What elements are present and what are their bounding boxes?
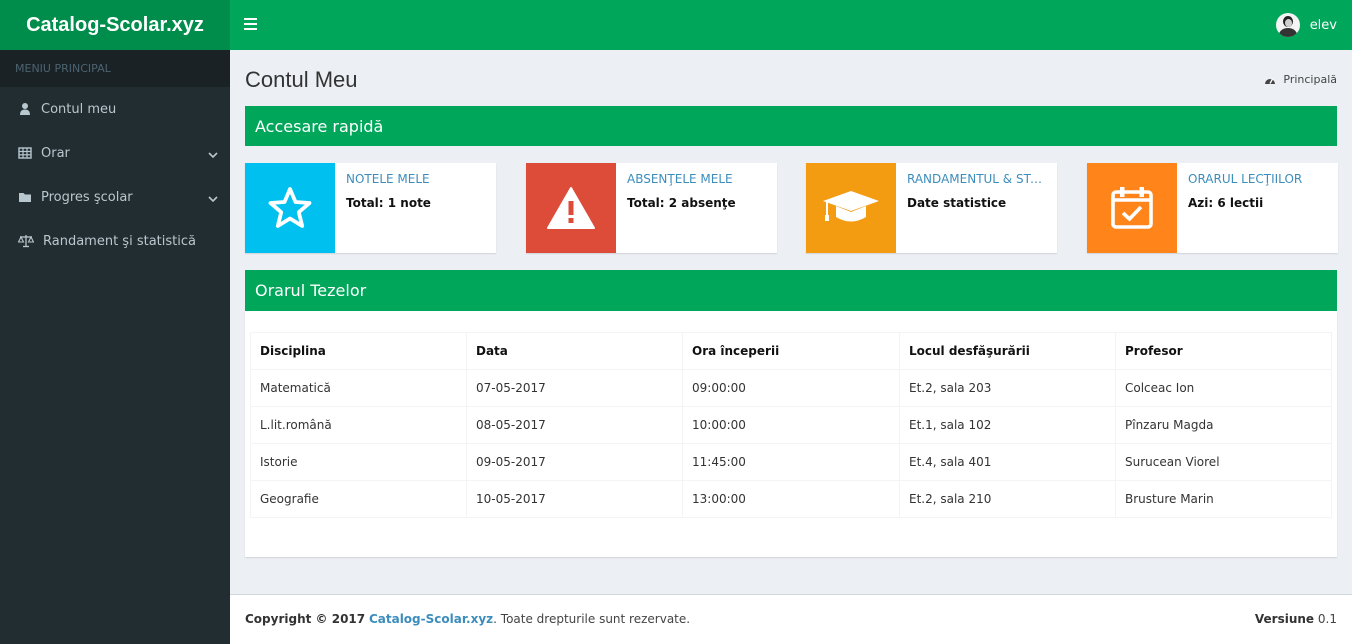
column-header: Locul desfăşurării — [899, 332, 1116, 370]
info-card-randament[interactable]: RANDAMENTUL & STATISTICĂ Date statistice — [806, 163, 1057, 253]
table-row: L.lit.română 08-05-2017 10:00:00 Et.1, s… — [250, 406, 1332, 444]
sidebar-header: MENIU PRINCIPAL — [0, 50, 230, 87]
info-card-orarul[interactable]: ORARUL LECŢIILOR Azi: 6 lectii — [1087, 163, 1338, 253]
table-row: Geografie 10-05-2017 13:00:00 Et.2, sala… — [250, 480, 1332, 518]
table-row: Istorie 09-05-2017 11:45:00 Et.4, sala 4… — [250, 443, 1332, 481]
quick-access-title: Accesare rapidă — [255, 116, 384, 136]
theses-header: Orarul Tezelor — [245, 270, 1337, 311]
star-icon — [245, 163, 335, 253]
calendar-check-icon — [1087, 163, 1177, 253]
version-info: Versiune 0.1 — [1255, 612, 1337, 626]
info-card-value: Azi: 6 lectii — [1188, 196, 1264, 210]
column-header: Disciplina — [250, 332, 467, 370]
table-cell: Et.4, sala 401 — [899, 443, 1116, 481]
sidebar-item-contul-meu[interactable]: Contul meu — [0, 87, 230, 131]
table-row: Matematică 07-05-2017 09:00:00 Et.2, sal… — [250, 369, 1332, 407]
column-header: Data — [466, 332, 683, 370]
table-cell: Et.2, sala 210 — [899, 480, 1116, 518]
sidebar-item-label: Orar — [41, 145, 70, 161]
table-cell: 10:00:00 — [682, 406, 900, 444]
column-header: Profesor — [1115, 332, 1332, 370]
info-card-title: ORARUL LECŢIILOR — [1188, 172, 1303, 186]
chevron-down-icon — [208, 148, 218, 163]
table-cell: Geografie — [250, 480, 467, 518]
user-menu[interactable]: elev — [1275, 13, 1337, 37]
info-card-title: ABSENŢELE MELE — [627, 172, 733, 186]
sidebar-item-label: Contul meu — [41, 101, 117, 117]
column-header: Ora începerii — [682, 332, 900, 370]
info-card-title: NOTELE MELE — [346, 172, 430, 186]
top-navbar: elev — [230, 0, 1352, 50]
table-cell: Istorie — [250, 443, 467, 481]
warning-icon — [526, 163, 616, 253]
version-number: 0.1 — [1317, 612, 1337, 626]
table-cell: Colceac Ion — [1115, 369, 1332, 407]
sidebar-item-orar[interactable]: Orar — [0, 131, 230, 175]
copyright-rights: . Toate drepturile sunt rezervate. — [493, 612, 691, 626]
info-card-value: Date statistice — [907, 196, 1007, 210]
table-cell: 08-05-2017 — [466, 406, 683, 444]
page-title: Contul Meu — [245, 67, 358, 92]
version-label: Versiune — [1254, 612, 1315, 626]
table-cell: Et.2, sala 203 — [899, 369, 1116, 407]
menu-icon[interactable] — [244, 18, 257, 30]
table-cell: 11:45:00 — [682, 443, 900, 481]
table-cell: Pînzaru Magda — [1115, 406, 1332, 444]
info-card-notele[interactable]: NOTELE MELE Total: 1 note — [245, 163, 496, 253]
avatar — [1275, 13, 1300, 37]
graduation-cap-icon — [806, 163, 896, 253]
table-icon — [18, 146, 32, 160]
footer-site-link[interactable]: Catalog-Scolar.xyz — [369, 612, 493, 626]
table-cell: L.lit.română — [250, 406, 467, 444]
copyright-prefix: Copyright © 2017 — [245, 612, 366, 626]
balance-scale-icon — [17, 234, 35, 248]
table-cell: Brusture Marin — [1115, 480, 1332, 518]
copyright: Copyright © 2017 Catalog-Scolar.xyz. Toa… — [245, 612, 690, 626]
table-cell: Surucean Viorel — [1115, 443, 1332, 481]
table-cell: Et.1, sala 102 — [899, 406, 1116, 444]
info-card-value: Total: 2 absenţe — [627, 196, 736, 210]
table-cell: 10-05-2017 — [466, 480, 683, 518]
footer: Copyright © 2017 Catalog-Scolar.xyz. Toa… — [230, 594, 1352, 644]
sidebar-item-label: Progres şcolar — [41, 189, 133, 205]
table-cell: 07-05-2017 — [466, 369, 683, 407]
table-cell: 09-05-2017 — [466, 443, 683, 481]
breadcrumb-home[interactable]: Principală — [1283, 73, 1337, 86]
user-name: elev — [1309, 17, 1337, 33]
theses-table: Disciplina Data Ora începerii Locul desf… — [250, 332, 1332, 518]
chevron-down-icon — [208, 192, 218, 207]
folder-icon — [18, 190, 32, 204]
sidebar-item-randament[interactable]: Randament şi statistică — [0, 219, 230, 263]
breadcrumb[interactable]: Principală — [1264, 73, 1337, 86]
info-card-value: Total: 1 note — [346, 196, 431, 210]
sidebar-item-progres-scolar[interactable]: Progres şcolar — [0, 175, 230, 219]
user-icon — [18, 102, 32, 116]
theses-title: Orarul Tezelor — [255, 281, 367, 300]
table-header-row: Disciplina Data Ora începerii Locul desf… — [250, 332, 1332, 370]
main-content: Contul Meu Principală Accesare rapidă NO… — [230, 50, 1352, 594]
table-cell: Matematică — [250, 369, 467, 407]
info-card-absente[interactable]: ABSENŢELE MELE Total: 2 absenţe — [526, 163, 777, 253]
quick-access-header: Accesare rapidă — [245, 106, 1337, 146]
sidebar-item-label: Randament şi statistică — [43, 233, 196, 249]
info-card-title: RANDAMENTUL & STATISTICĂ — [907, 172, 1047, 186]
theses-box: Disciplina Data Ora începerii Locul desf… — [245, 311, 1337, 557]
table-cell: 13:00:00 — [682, 480, 900, 518]
sidebar: MENIU PRINCIPAL Contul meu Orar Progres … — [0, 50, 230, 644]
dashboard-icon — [1265, 78, 1276, 84]
table-cell: 09:00:00 — [682, 369, 900, 407]
site-logo[interactable]: Catalog-Scolar.xyz — [0, 0, 230, 50]
